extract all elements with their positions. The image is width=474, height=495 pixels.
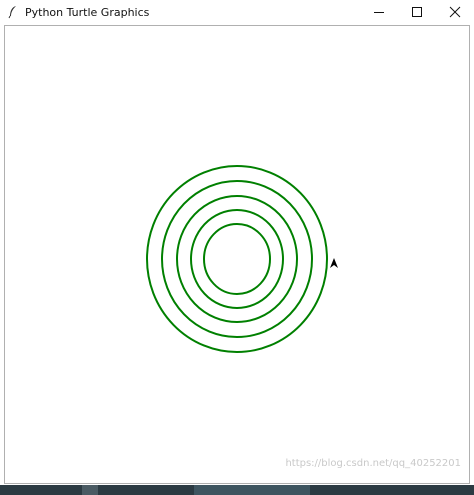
window-controls [360, 0, 474, 24]
maximize-button[interactable] [398, 0, 436, 24]
turtle-window: Python Turtle Graphics https://blog.csdn… [0, 0, 474, 495]
spiral-ring-5 [146, 165, 328, 353]
title-bar[interactable]: Python Turtle Graphics [0, 0, 474, 24]
arrow-cursor-icon [330, 258, 338, 268]
feather-icon [5, 4, 21, 20]
spiral-ring-1 [203, 223, 271, 295]
taskbar-item-document[interactable] [82, 485, 98, 495]
spiral-ring-4 [161, 180, 313, 338]
window-title: Python Turtle Graphics [25, 5, 150, 19]
turtle-canvas[interactable]: https://blog.csdn.net/qq_40252201 [4, 25, 470, 484]
watermark-text: https://blog.csdn.net/qq_40252201 [285, 458, 461, 469]
close-button[interactable] [436, 0, 474, 24]
spiral-ring-3 [176, 195, 298, 323]
drawing-surface [146, 165, 338, 353]
taskbar [0, 485, 474, 495]
maximize-icon [412, 7, 422, 17]
taskbar-item-active[interactable] [194, 485, 310, 495]
minimize-icon [374, 12, 384, 13]
minimize-button[interactable] [360, 0, 398, 24]
close-icon [449, 6, 461, 18]
